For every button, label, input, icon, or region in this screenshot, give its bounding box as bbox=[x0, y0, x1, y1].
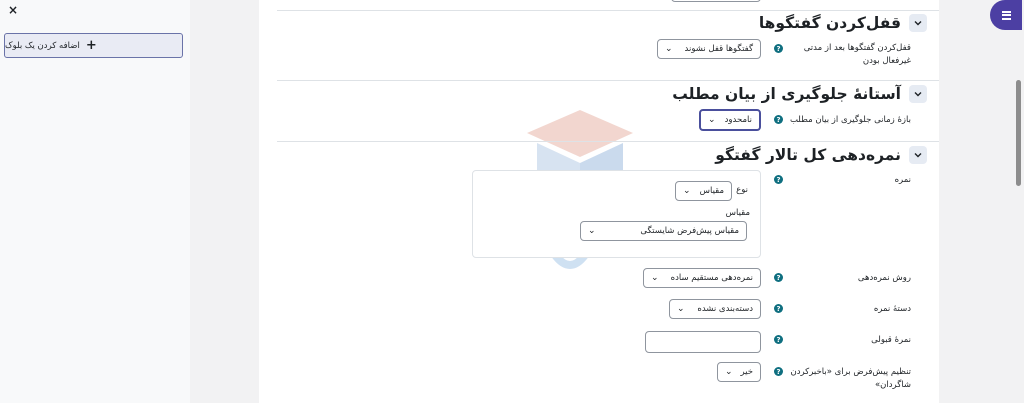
field-label: نمرهٔ قبولی bbox=[871, 335, 911, 345]
chevron-down-icon: ⌄ bbox=[651, 273, 659, 283]
section-title: قفل‌کردن گفتگوها bbox=[758, 14, 901, 32]
select-value: مقیاس bbox=[699, 186, 724, 196]
chevron-down-icon: ⌄ bbox=[725, 367, 733, 377]
grade-type-select[interactable]: مقیاس ⌄ bbox=[675, 181, 732, 201]
help-icon[interactable]: ? bbox=[774, 273, 783, 282]
collapse-toggle-button[interactable] bbox=[909, 14, 927, 32]
divider bbox=[277, 80, 939, 81]
section-title: آستانهٔ جلوگیری از بیان مطلب bbox=[672, 85, 901, 103]
field-label: قفل‌کردن گفتگوها بعد از مدتی غیرفعال بود… bbox=[803, 43, 911, 66]
section-header-lock[interactable]: قفل‌کردن گفتگوها bbox=[759, 14, 927, 32]
section-header-grading[interactable]: نمره‌دهی کل تالار گفتگو bbox=[715, 146, 927, 164]
chevron-down-icon: ⌄ bbox=[665, 44, 673, 54]
field-label: نمره bbox=[894, 175, 911, 185]
type-label: نوع bbox=[736, 185, 748, 195]
notify-students-select[interactable]: خیر ⌄ bbox=[717, 362, 761, 382]
chevron-down-icon: ⌄ bbox=[677, 304, 685, 314]
select-value: گفتگوها قفل نشوند bbox=[684, 44, 753, 54]
field-label: بازهٔ زمانی جلوگیری از بیان مطلب bbox=[789, 115, 911, 125]
chevron-down-icon: ⌄ bbox=[708, 115, 716, 125]
lock-select[interactable]: گفتگوها قفل نشوند ⌄ bbox=[657, 39, 761, 59]
collapse-toggle-button[interactable] bbox=[909, 146, 927, 164]
chevron-down-icon bbox=[914, 153, 922, 158]
grade-to-pass-input[interactable] bbox=[645, 331, 761, 353]
plus-icon: + bbox=[85, 38, 97, 53]
collapse-toggle-button[interactable] bbox=[909, 85, 927, 103]
select-value: نامحدود bbox=[724, 115, 752, 125]
help-icon[interactable]: ? bbox=[774, 44, 783, 53]
scale-label: مقیاس bbox=[725, 208, 750, 218]
divider bbox=[277, 10, 939, 11]
section-header-threshold[interactable]: آستانهٔ جلوگیری از بیان مطلب bbox=[672, 85, 927, 103]
threshold-select[interactable]: نامحدود ⌄ bbox=[699, 109, 761, 131]
block-drawer: × + اضافه کردن یک بلوک bbox=[0, 0, 190, 403]
help-icon[interactable]: ? bbox=[774, 304, 783, 313]
help-icon[interactable]: ? bbox=[774, 367, 783, 376]
field-label: روش نمره‌دهی bbox=[857, 273, 911, 283]
add-block-button[interactable]: + اضافه کردن یک بلوک bbox=[4, 33, 183, 58]
field-label: تنظیم پیش‌فرض برای «باخبرکردن شاگردان» bbox=[790, 367, 911, 390]
add-block-label: اضافه کردن یک بلوک bbox=[5, 40, 80, 51]
chevron-down-icon: ⌄ bbox=[683, 186, 691, 196]
field-label: دستهٔ نمره bbox=[873, 304, 911, 314]
help-icon[interactable]: ? bbox=[774, 115, 783, 124]
course-index-toggle-button[interactable] bbox=[990, 0, 1022, 30]
section-title: نمره‌دهی کل تالار گفتگو bbox=[715, 146, 901, 164]
select-value: نمره‌دهی مستقیم ساده bbox=[670, 273, 753, 283]
right-gutter bbox=[939, 0, 1024, 403]
list-icon bbox=[1001, 9, 1011, 21]
previous-field[interactable] bbox=[671, 0, 761, 2]
grade-category-select[interactable]: دسته‌بندی نشده ⌄ bbox=[669, 299, 761, 319]
grading-method-select[interactable]: نمره‌دهی مستقیم ساده ⌄ bbox=[643, 268, 761, 288]
scale-select[interactable]: مقیاس پیش‌فرض شایستگی ⌄ bbox=[580, 221, 747, 241]
help-icon[interactable]: ? bbox=[774, 335, 783, 344]
help-icon[interactable]: ? bbox=[774, 175, 783, 184]
select-value: خیر bbox=[740, 367, 753, 377]
select-value: دسته‌بندی نشده bbox=[697, 304, 753, 314]
chevron-down-icon bbox=[914, 92, 922, 97]
close-icon[interactable]: × bbox=[8, 3, 18, 17]
chevron-down-icon: ⌄ bbox=[588, 226, 596, 236]
divider bbox=[277, 141, 939, 142]
chevron-down-icon bbox=[914, 21, 922, 26]
page-scrollbar[interactable] bbox=[1016, 80, 1021, 186]
select-value: مقیاس پیش‌فرض شایستگی bbox=[640, 226, 739, 236]
